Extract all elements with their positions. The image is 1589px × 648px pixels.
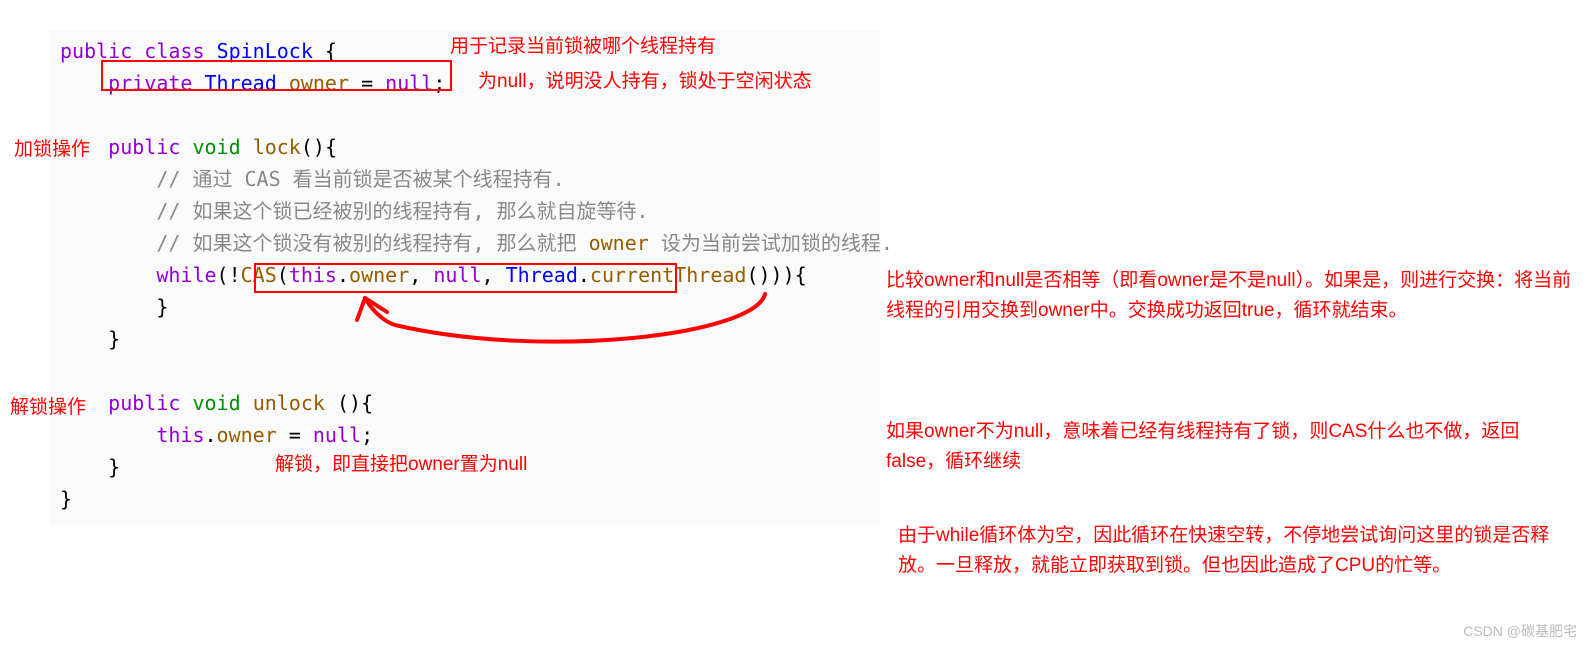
code-text: , <box>482 263 506 287</box>
comment-text: 设为当前尝试加锁的线程. <box>649 231 893 255</box>
code-line: } <box>60 323 870 355</box>
method: unlock <box>253 391 325 415</box>
code-text: (){ <box>301 135 337 159</box>
code-text: . <box>337 263 349 287</box>
keyword: this <box>156 423 204 447</box>
code-text: . <box>205 423 217 447</box>
code-text: = <box>349 71 385 95</box>
code-comment: // 如果这个锁没有被别的线程持有, 那么就把 owner 设为当前尝试加锁的线… <box>60 227 870 259</box>
comment-text: // 如果这个锁没有被别的线程持有, 那么就把 <box>156 231 588 255</box>
method: lock <box>253 135 301 159</box>
field: owner <box>349 263 409 287</box>
method: CAS <box>241 263 277 287</box>
code-text: (){ <box>325 391 373 415</box>
type: Thread <box>205 71 277 95</box>
code-line <box>60 355 870 387</box>
keyword: private <box>108 71 192 95</box>
code-line: } <box>60 483 870 515</box>
annotation-owner-purpose: 用于记录当前锁被哪个线程持有 <box>450 32 716 62</box>
field: owner <box>289 71 349 95</box>
annotation-cas-explain: 比较owner和null是否相等（即看owner是不是null）。如果是，则进行… <box>886 266 1576 327</box>
keyword: public <box>60 39 132 63</box>
code-comment: // 通过 CAS 看当前锁是否被某个线程持有. <box>60 163 870 195</box>
keyword: null <box>313 423 361 447</box>
keyword: this <box>289 263 337 287</box>
watermark: CSDN @碳基肥宅 <box>1463 620 1577 642</box>
comment-text: // 如果这个锁已经被别的线程持有, 那么就自旋等待. <box>156 199 648 223</box>
annotation-owner-not-null: 如果owner不为null，意味着已经有线程持有了锁，则CAS什么也不做，返回f… <box>886 417 1576 478</box>
annotation-unlock-explain: 解锁，即直接把owner置为null <box>275 450 527 480</box>
keyword: null <box>433 263 481 287</box>
keyword: while <box>156 263 216 287</box>
code-text: = <box>277 423 313 447</box>
code-line: public void lock(){ <box>60 131 870 163</box>
code-comment: // 如果这个锁已经被别的线程持有, 那么就自旋等待. <box>60 195 870 227</box>
code-text: ; <box>433 71 445 95</box>
class-name: SpinLock <box>217 39 313 63</box>
keyword: public <box>108 391 180 415</box>
keyword: void <box>192 391 240 415</box>
code-text: { <box>313 39 337 63</box>
keyword: public <box>108 135 180 159</box>
code-line <box>60 99 870 131</box>
keyword: class <box>144 39 204 63</box>
field: owner <box>217 423 277 447</box>
code-line: } <box>60 291 870 323</box>
code-text: ())){ <box>746 263 806 287</box>
keyword: null <box>385 71 433 95</box>
field: owner <box>589 231 649 255</box>
code-text: . <box>578 263 590 287</box>
annotation-busy-wait: 由于while循环体为空，因此循环在快速空转，不停地尝试询问这里的锁是否释放。一… <box>898 521 1578 582</box>
code-text: (! <box>217 263 241 287</box>
annotation-lock-label: 加锁操作 <box>14 135 90 165</box>
comment-text: // 通过 CAS 看当前锁是否被某个线程持有. <box>156 167 564 191</box>
code-line: this.owner = null; <box>60 419 870 451</box>
code-text: ; <box>361 423 373 447</box>
annotation-unlock-label: 解锁操作 <box>10 393 86 423</box>
type: Thread <box>506 263 578 287</box>
keyword: void <box>192 135 240 159</box>
code-text: , <box>409 263 433 287</box>
code-line: while(!CAS(this.owner, null, Thread.curr… <box>60 259 870 291</box>
code-line: public void unlock (){ <box>60 387 870 419</box>
code-text: ( <box>277 263 289 287</box>
annotation-null-idle: 为null，说明没人持有，锁处于空闲状态 <box>478 67 812 97</box>
method: currentThread <box>590 263 747 287</box>
